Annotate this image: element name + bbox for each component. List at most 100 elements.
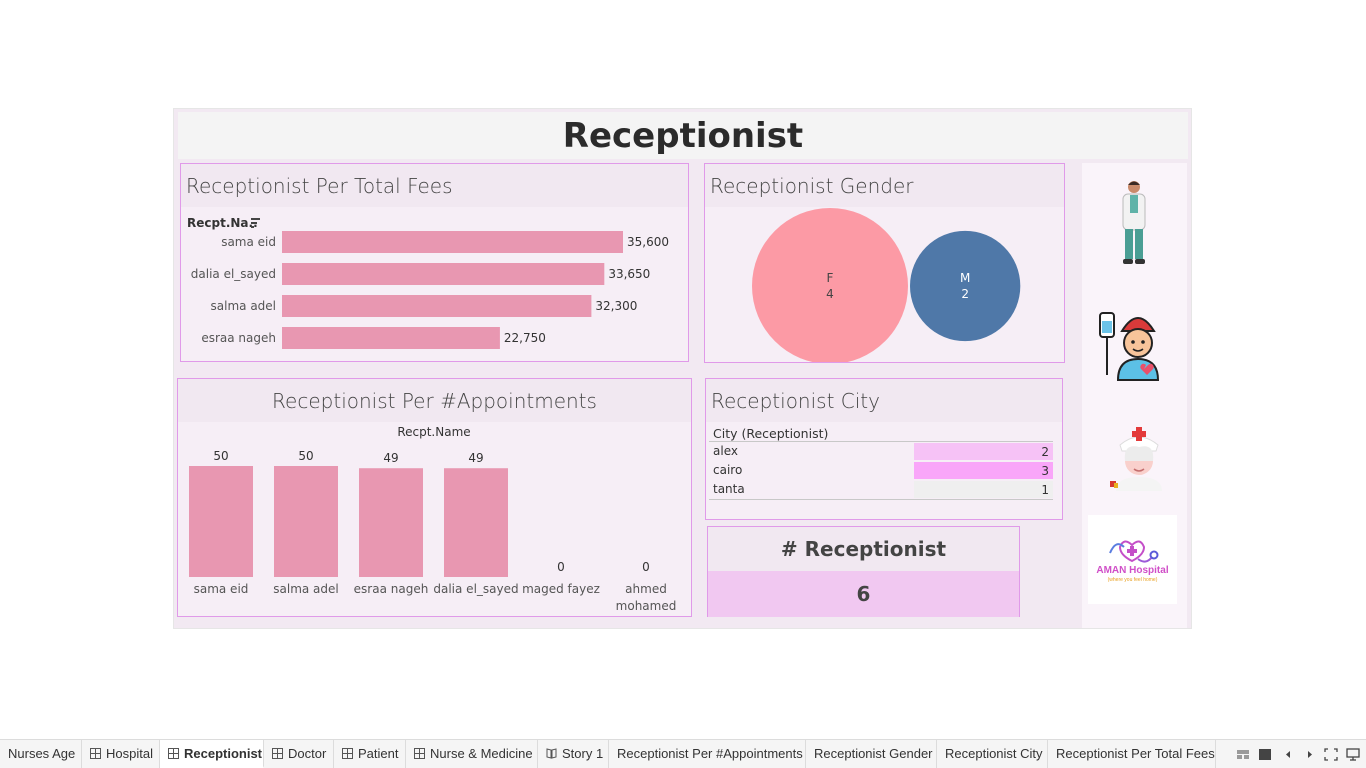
appointments-value-label: 49 [468,451,483,465]
dashboard: Receptionist Receptionist Per Total Fees… [173,108,1192,629]
sheet-tab-label: Doctor [288,746,327,761]
city-count: 2 [1041,445,1049,459]
dashboard-icon [90,748,101,759]
dashboard-icon [168,748,179,759]
next-sheet-icon[interactable] [1303,748,1317,761]
gender-category-label: M [960,271,970,285]
sheet-tab-label: Nurse & Medicine [430,746,533,761]
fees-bar[interactable] [282,295,592,317]
previous-sheet-icon[interactable] [1281,748,1295,761]
total-fees-panel[interactable]: Receptionist Per Total Fees Recpt.Na.. sa… [180,163,689,362]
sheet-tab[interactable]: Doctor [264,740,334,768]
sheet-tab[interactable]: Receptionist City [937,740,1048,768]
city-table-footer [709,499,1053,500]
sheet-tab[interactable]: Receptionist [160,740,264,768]
city-title: Receptionist City [711,388,880,413]
filmstrip-icon[interactable] [1258,748,1272,761]
appointments-category-label: esraa nageh [354,582,429,596]
appointments-category-label: maged fayez [522,582,600,596]
city-table[interactable]: City (Receptionist) alex 2 cairo 3 tanta 1 [709,425,1053,500]
city-count-cell: 2 [914,443,1053,460]
presentation-mode-icon[interactable] [1346,748,1360,761]
appointments-value-label: 50 [213,449,228,463]
appointments-category-label: dalia el_sayed [433,582,518,596]
sheet-tab[interactable]: Nurse & Medicine [406,740,538,768]
city-title-bar: Receptionist City [706,379,1062,422]
city-rows: alex 2 cairo 3 tanta 1 [709,442,1053,499]
appointments-value-label: 50 [298,449,313,463]
sheet-tab-label: Patient [358,746,399,761]
appointments-value-label: 0 [557,560,565,574]
logo-name: AMAN Hospital [1096,565,1168,576]
city-count-cell: 1 [914,481,1053,498]
appointments-title: Receptionist Per #Appointments [272,388,597,413]
story-icon [546,748,557,759]
sheet-tab[interactable]: Hospital [82,740,160,768]
dashboard-title: Receptionist [562,115,804,156]
total-fees-chart[interactable]: Recpt.Na.. sama eid 35,600 dalia el_sayed 33… [181,207,688,361]
fees-bar[interactable] [282,263,605,285]
sheet-tab[interactable]: Nurses Age [0,740,82,768]
gender-chart[interactable]: F 4 M 2 [705,207,1064,362]
appointments-bar[interactable] [444,468,508,577]
total-fees-title: Receptionist Per Total Fees [186,173,453,198]
city-row[interactable]: tanta 1 [709,480,1053,499]
gender-bubble[interactable] [752,208,908,362]
receptionist-count-title: # Receptionist [780,537,947,561]
sheet-tab-label: Receptionist City [945,746,1043,761]
appointments-category-label: ahmed mohamed [616,582,677,613]
fees-value-label: 35,600 [627,235,669,249]
gender-panel[interactable]: Receptionist Gender F 4 M 2 [704,163,1065,363]
patient-with-iv-illustration [1099,312,1160,381]
receptionist-count-value: 6 [708,571,1019,617]
city-panel[interactable]: Receptionist City City (Receptionist) al… [705,378,1063,520]
fees-axis-header: Recpt.Na.. [187,216,258,230]
sheet-tab[interactable]: Receptionist Gender [806,740,937,768]
fees-value-label: 32,300 [595,299,637,313]
gender-bubble[interactable] [910,230,1021,342]
fees-value-label: 22,750 [504,331,546,345]
sheet-tab-label: Hospital [106,746,153,761]
appointments-bar[interactable] [359,468,423,577]
appointments-value-label: 49 [383,451,398,465]
nurse-illustration [1110,427,1162,491]
sheet-tab[interactable]: Patient [334,740,406,768]
fees-category-label: sama eid [221,235,276,249]
dashboard-icon [342,748,353,759]
sheet-tab-label: Receptionist Gender [814,746,933,761]
sheet-tab-label: Receptionist [184,746,263,761]
city-row[interactable]: alex 2 [709,442,1053,461]
appointments-category-label: salma adel [273,582,338,596]
sheet-tab[interactable]: Receptionist Per Total Fees [1048,740,1216,768]
sheet-tab[interactable]: Story 1 [538,740,609,768]
appointments-title-bar: Receptionist Per #Appointments [178,379,691,422]
sheet-sorter-icon[interactable] [1236,748,1250,761]
appointments-chart[interactable]: Recpt.Name 50 sama eid 50 salma adel 49 esraa … [178,422,691,616]
aman-hospital-logo: AMAN Hospital (where you feel home) [1088,515,1177,604]
sheet-tab-label: Nurses Age [8,746,76,761]
appointments-panel[interactable]: Receptionist Per #Appointments Recpt.Nam… [177,378,692,617]
doctor-illustration [1122,181,1146,264]
city-count: 1 [1041,483,1049,497]
gender-category-label: F [827,271,834,285]
city-row[interactable]: cairo 3 [709,461,1053,480]
sheet-tab-bar: Nurses Age Hospital Receptionist Doctor Pati… [0,739,1366,768]
fees-category-label: salma adel [211,299,276,313]
gender-value-label: 2 [961,287,969,301]
city-column-header: City (Receptionist) [709,425,1053,442]
fullscreen-icon[interactable] [1324,748,1338,761]
appointments-bar[interactable] [274,466,338,577]
city-count-cell: 3 [914,462,1053,479]
dashboard-title-bar: Receptionist [178,112,1188,159]
appointments-category-label: sama eid [194,582,249,596]
fees-bar[interactable] [282,231,623,253]
fees-category-label: dalia el_sayed [191,267,276,281]
fees-category-label: esraa nageh [201,331,276,345]
appointments-bar[interactable] [189,466,253,577]
sheet-tab[interactable]: Receptionist Per #Appointments [609,740,806,768]
fees-bar[interactable] [282,327,500,349]
receptionist-count-panel[interactable]: # Receptionist 6 [707,526,1020,617]
city-name: cairo [713,463,743,477]
appointments-axis-header: Recpt.Name [397,425,470,439]
dashboard-icon [272,748,283,759]
